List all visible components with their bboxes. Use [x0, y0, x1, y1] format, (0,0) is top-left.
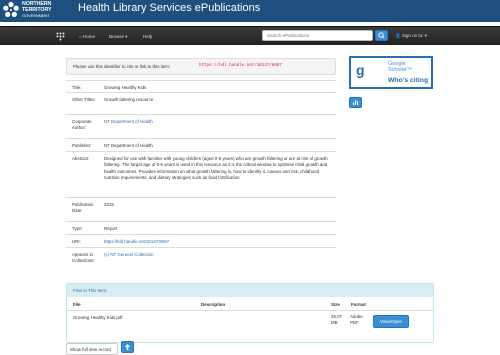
search-button[interactable]	[375, 30, 388, 41]
metadata-value-link[interactable]: https://hdl.handle.net/10137/8687	[104, 239, 332, 245]
table-row-divider	[67, 310, 433, 311]
column-header-size: Size	[331, 302, 340, 307]
nt-government-logo[interactable]: NORTHERN TERRITORY GOVERNMENT	[2, 1, 70, 21]
nav-home-label: Home	[82, 34, 95, 39]
site-banner: NORTHERN TERRITORY GOVERNMENT Health Lib…	[0, 0, 500, 22]
metadata-value: Report	[104, 226, 118, 231]
column-header-format: Format	[351, 302, 366, 307]
metadata-label: URI:	[72, 239, 81, 244]
file-name-link[interactable]: Growing Healthy Kids.pdf	[73, 315, 123, 321]
metadata-value: Growing Healthy Kids	[104, 85, 147, 90]
metadata-label: Publication Date:	[72, 202, 94, 214]
bar-chart-icon	[353, 100, 359, 105]
citation-identifier-box: Please use this identifier to cite or li…	[66, 58, 336, 75]
nav-browse-dropdown[interactable]: Browse ▾	[109, 34, 128, 40]
metadata-row-type: Type: Report	[66, 221, 336, 234]
column-header-description: Description	[201, 302, 226, 307]
arrow-up-icon	[125, 344, 130, 350]
metadata-label: Appears in Collections:	[72, 252, 95, 264]
export-button[interactable]	[121, 341, 134, 353]
metadata-row-uri: URI: https://hdl.handle.net/10137/8687	[66, 234, 336, 247]
search-icon	[378, 32, 385, 39]
metadata-label: Type:	[72, 226, 83, 231]
metadata-row-other-titles: Other Titles: Growth faltering resource	[66, 92, 336, 114]
metadata-label: Other Titles:	[72, 97, 96, 102]
google-scholar-logo-icon: g	[356, 62, 365, 78]
metadata-label: Title:	[72, 85, 82, 90]
metadata-label: Publisher:	[72, 143, 92, 148]
caret-down-icon: ▾	[125, 34, 128, 39]
metadata-value-link[interactable]: (c) NT General Collection	[104, 252, 332, 258]
metadata-label: Abstract:	[72, 156, 90, 161]
dspace-logo-icon[interactable]	[56, 32, 65, 41]
view-open-button[interactable]: View/Open	[373, 315, 409, 328]
sign-on-dropdown[interactable]: 👤 Sign on to: ▾	[395, 33, 427, 39]
file-size: 25.07 MB	[331, 314, 342, 325]
scholar-line2: Scholar™	[388, 67, 413, 73]
metadata-value: Designed for use with families with youn…	[104, 156, 328, 180]
files-panel: Files in This Item: File Description Siz…	[66, 283, 434, 343]
identifier-text: Please use this identifier to cite or li…	[73, 64, 171, 69]
nav-help[interactable]: Help	[143, 34, 152, 39]
google-scholar-citing-link[interactable]: g Google Scholar™ Who's citing	[349, 56, 433, 89]
nav-home[interactable]: ⌂ Home	[79, 34, 95, 39]
show-full-record-button[interactable]: Show full item record	[66, 343, 118, 355]
user-icon: 👤	[395, 33, 401, 38]
metadata-row-collections: Appears in Collections: (c) NT General C…	[66, 247, 336, 271]
file-format: Adobe PDF	[350, 314, 363, 325]
metadata-row-corporate-author: Corporate Author: NT Department of Healt…	[66, 114, 336, 138]
column-header-file: File	[73, 302, 81, 307]
metadata-value: NT Department of Health	[104, 143, 153, 148]
logo-text-line3: GOVERNMENT	[22, 13, 50, 18]
metadata-row-publication-date: Publication Date: 2019	[66, 197, 336, 221]
metadata-label: Corporate Author:	[72, 119, 92, 131]
scholar-line3: Who's citing	[388, 77, 429, 84]
metadata-row-publisher: Publisher: NT Department of Health	[66, 138, 336, 151]
statistics-button[interactable]	[349, 97, 362, 108]
metadata-row-title: Title: Growing Healthy Kids	[66, 80, 336, 92]
caret-down-icon: ▾	[424, 33, 427, 38]
search-input[interactable]	[262, 30, 373, 41]
metadata-value: 2019	[104, 202, 114, 207]
files-panel-heading: Files in This Item:	[67, 284, 433, 297]
home-icon: ⌂	[79, 34, 82, 39]
site-title[interactable]: Health Library Services ePublications	[78, 2, 260, 14]
metadata-value-link[interactable]: NT Department of Health	[104, 119, 332, 125]
nav-browse-label: Browse	[109, 34, 125, 39]
desert-rose-icon	[3, 1, 19, 17]
metadata-row-abstract: Abstract: Designed for use with families…	[66, 151, 336, 197]
metadata-value: Growth faltering resource	[104, 97, 154, 102]
sign-on-label: Sign on to:	[401, 33, 424, 38]
identifier-url[interactable]: https://hdl.handle.net/10137/8687	[197, 63, 284, 69]
